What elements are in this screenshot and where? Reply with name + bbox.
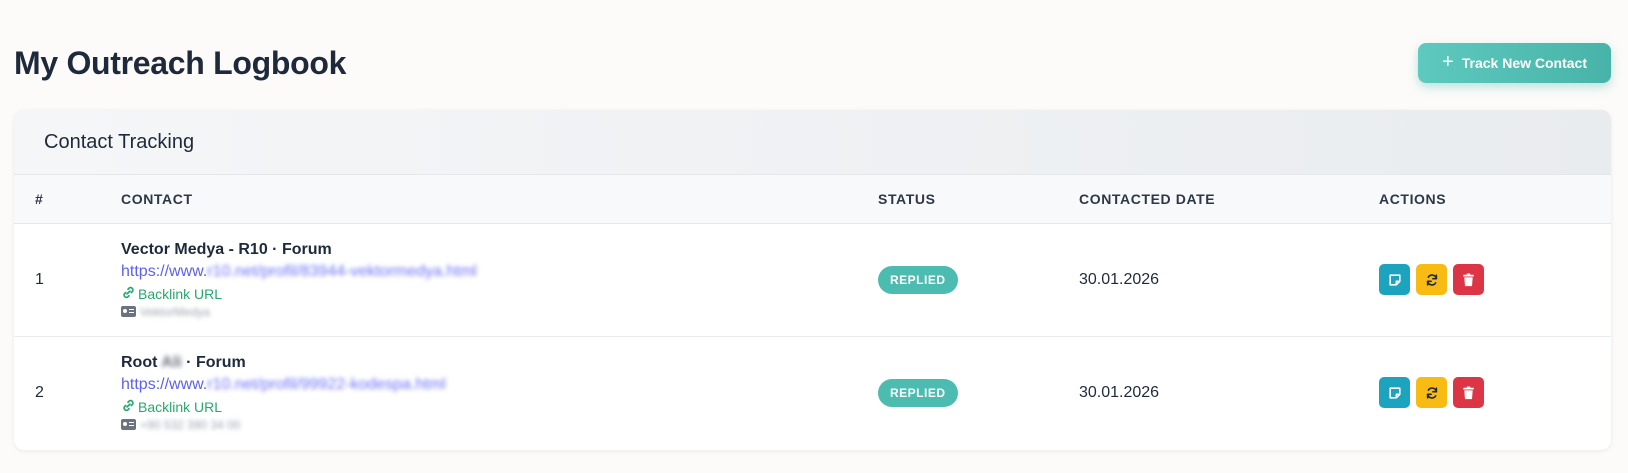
contact-url-blurred: r10.net/profil/83944-vektormedya.html [207, 262, 477, 280]
table-body: 1 Vector Medya - R10 · Forum https://www… [14, 223, 1611, 449]
contacted-date: 30.01.2026 [1079, 336, 1379, 449]
backlink-label: Backlink URL [138, 285, 223, 302]
page: My Outreach Logbook + Track New Contact … [0, 0, 1628, 473]
backlink-link[interactable]: Backlink URL [121, 398, 878, 416]
track-new-contact-label: Track New Contact [1461, 55, 1587, 71]
sync-icon [1426, 387, 1437, 399]
card-header: Contact Tracking [14, 110, 1611, 175]
link-icon [121, 398, 136, 416]
page-header: My Outreach Logbook + Track New Contact [14, 38, 1611, 88]
sync-button[interactable] [1416, 377, 1447, 409]
row-number: 2 [35, 383, 44, 401]
sync-icon [1426, 273, 1437, 286]
column-header-actions: ACTIONS [1379, 190, 1447, 207]
page-title: My Outreach Logbook [14, 44, 347, 81]
table-row: 2 Root Ali · Forum https://www.r10.net/p… [14, 336, 1611, 449]
row-actions [1379, 377, 1611, 409]
contact-cell: Root Ali · Forum https://www.r10.net/pro… [121, 336, 878, 449]
id-card-icon [121, 306, 136, 317]
card-title: Contact Tracking [44, 130, 195, 153]
plus-icon: + [1442, 51, 1454, 73]
column-header-status: STATUS [878, 190, 936, 207]
row-number: 1 [35, 270, 44, 288]
contact-meta: +90 532 390 34 00 [121, 418, 878, 432]
status-badge: REPLIED [878, 378, 958, 407]
contact-meta-text: VektorMedya [140, 304, 211, 319]
actions-cell [1379, 336, 1611, 449]
contact-url-visible: https://www. [121, 375, 208, 393]
status-cell: REPLIED [878, 223, 1079, 336]
note-button[interactable] [1379, 264, 1410, 295]
delete-button[interactable] [1453, 377, 1484, 409]
backlink-link[interactable]: Backlink URL [121, 285, 878, 303]
note-icon [1388, 273, 1401, 286]
column-header-contacted-date: CONTACTED DATE [1079, 190, 1216, 207]
table-header-row: # CONTACT STATUS CONTACTED DATE ACTIONS [14, 175, 1611, 223]
contact-meta: VektorMedya [121, 305, 878, 319]
contact-name: Root Ali · Forum [121, 354, 878, 372]
note-icon [1388, 387, 1401, 399]
table-header: # CONTACT STATUS CONTACTED DATE ACTIONS [14, 175, 1611, 223]
contact-url-visible: https://www. [121, 262, 208, 280]
status-cell: REPLIED [878, 336, 1079, 449]
contact-name-text: Vector Medya - R10 · Forum [121, 240, 332, 258]
contacted-date-text: 30.01.2026 [1079, 270, 1160, 288]
contacted-date-text: 30.01.2026 [1079, 383, 1160, 401]
actions-cell [1379, 223, 1611, 336]
backlink-label: Backlink URL [138, 398, 223, 415]
trash-icon [1463, 272, 1474, 286]
table-row: 1 Vector Medya - R10 · Forum https://www… [14, 223, 1611, 336]
contact-cell: Vector Medya - R10 · Forum https://www.r… [121, 223, 878, 336]
contact-meta-text: +90 532 390 34 00 [140, 417, 241, 432]
contact-tracking-card: Contact Tracking # CONTACT STATUS CONTAC… [14, 110, 1611, 450]
track-new-contact-button[interactable]: + Track New Contact [1418, 43, 1611, 83]
contact-url-blurred: r10.net/profil/99922-kodespa.html [207, 375, 446, 393]
id-card-icon [121, 419, 136, 431]
trash-icon [1463, 386, 1474, 399]
column-header-number: # [35, 190, 44, 207]
column-header-contact: CONTACT [121, 190, 193, 207]
note-button[interactable] [1379, 377, 1410, 409]
row-actions [1379, 264, 1611, 295]
contact-name-blurred: Ali [161, 353, 182, 371]
contact-url-link[interactable]: https://www.r10.net/profil/83944-vektorm… [121, 263, 878, 281]
contact-name-prefix: Root [121, 353, 162, 371]
contact-name-suffix: · Forum [181, 353, 246, 371]
link-icon [121, 285, 136, 303]
contacted-date: 30.01.2026 [1079, 223, 1379, 336]
contacts-table: # CONTACT STATUS CONTACTED DATE ACTIONS … [14, 175, 1611, 449]
status-badge: REPLIED [878, 265, 958, 294]
contact-url-link[interactable]: https://www.r10.net/profil/99922-kodespa… [121, 376, 878, 394]
contact-name: Vector Medya - R10 · Forum [121, 241, 878, 259]
sync-button[interactable] [1416, 264, 1447, 295]
delete-button[interactable] [1453, 264, 1484, 295]
